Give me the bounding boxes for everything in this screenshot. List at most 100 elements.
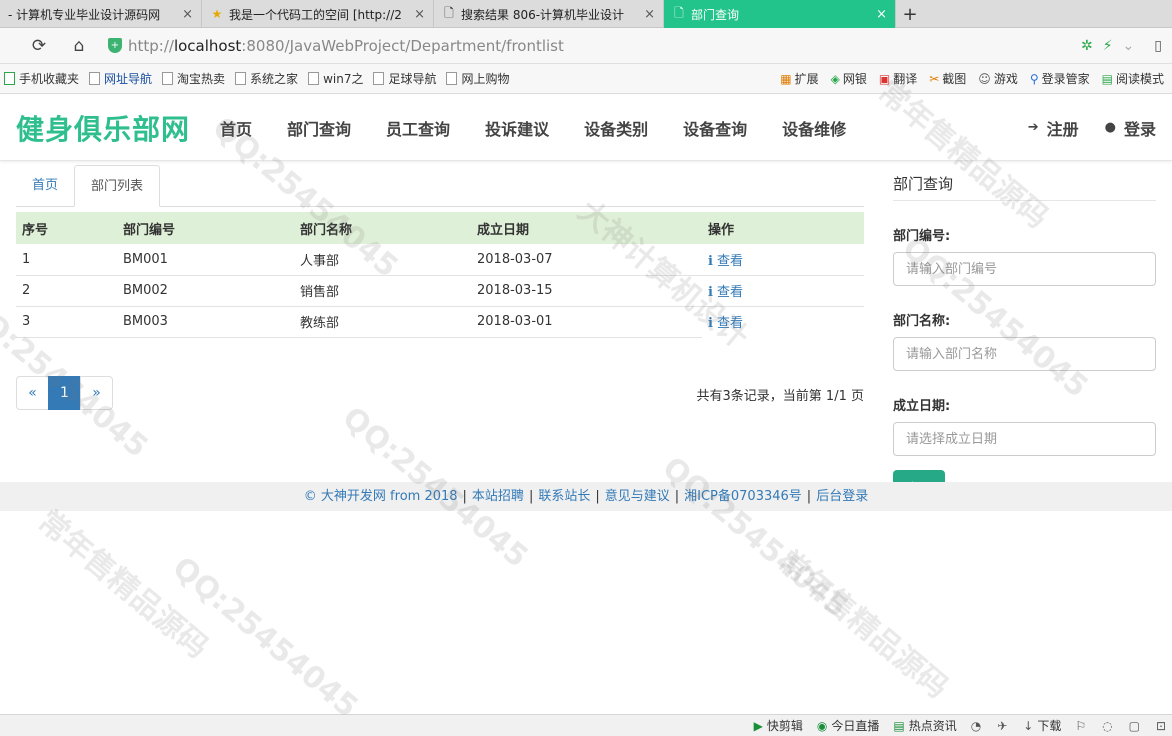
- name-label: 部门名称:: [893, 314, 951, 329]
- chevron-down-icon[interactable]: ⌄: [1123, 38, 1135, 54]
- bookmark-item[interactable]: 手机收藏夹: [4, 70, 79, 87]
- refresh-green-icon[interactable]: ✲: [1081, 38, 1093, 54]
- secure-shield-icon: +: [108, 38, 122, 53]
- footer-link-feedback[interactable]: 意见与建议: [605, 489, 670, 504]
- nav-equipment-repair[interactable]: 设备维修: [782, 116, 846, 140]
- tool-bank[interactable]: ◈ 网银: [831, 70, 867, 87]
- status-live[interactable]: ◉ 今日直播: [817, 717, 880, 734]
- page-icon: 🗋: [444, 5, 454, 20]
- department-name-input[interactable]: [893, 337, 1156, 371]
- close-icon[interactable]: ×: [644, 7, 655, 22]
- nav-department-query[interactable]: 部门查询: [287, 116, 351, 140]
- nav-home[interactable]: 首页: [220, 116, 252, 140]
- tool-extensions[interactable]: ▦ 扩展: [780, 70, 818, 87]
- page-icon: [446, 72, 458, 85]
- browser-tab-2[interactable]: ★ 我是一个代码工的空间 [http://2 ×: [202, 0, 434, 28]
- new-tab-button[interactable]: +: [896, 0, 924, 28]
- view-link[interactable]: i 查看: [708, 285, 743, 300]
- footer-separator: |: [462, 489, 467, 504]
- bookmark-item[interactable]: win7之: [308, 70, 363, 87]
- page-icon: [89, 72, 101, 85]
- window-icon[interactable]: ▢: [1129, 719, 1140, 733]
- footer-copyright[interactable]: © 大神开发网 from 2018: [304, 489, 458, 504]
- cell-action: i 查看: [702, 306, 864, 337]
- founding-date-input[interactable]: [893, 422, 1156, 456]
- tool-login-manager[interactable]: ⚲ 登录管家: [1030, 70, 1090, 87]
- page-1-button[interactable]: 1: [48, 376, 81, 410]
- nav-employee-query[interactable]: 员工查询: [386, 116, 450, 140]
- status-news[interactable]: ▤ 热点资讯: [893, 717, 956, 734]
- table-header-row: 序号 部门编号 部门名称 成立日期 操作: [16, 212, 864, 244]
- next-page-button[interactable]: »: [80, 376, 113, 410]
- nav-equipment-query[interactable]: 设备查询: [683, 116, 747, 140]
- footer-separator: |: [595, 489, 600, 504]
- column-header: 操作: [702, 212, 864, 244]
- browser-tab-title: 部门查询: [691, 7, 740, 22]
- bookmark-item[interactable]: 足球导航: [373, 70, 436, 87]
- code-label: 部门编号:: [893, 229, 951, 244]
- cell-code: BM003: [117, 306, 294, 338]
- speed-icon[interactable]: ◔: [971, 719, 981, 733]
- bookmark-item[interactable]: 系统之家: [235, 70, 298, 87]
- date-label: 成立日期:: [893, 399, 951, 414]
- tool-translate[interactable]: ▣ 翻译: [879, 70, 917, 87]
- close-icon[interactable]: ×: [182, 7, 193, 22]
- star-icon: ★: [211, 7, 223, 21]
- tool-reading-mode[interactable]: ▤ 阅读模式: [1102, 70, 1164, 87]
- column-header: 部门编号: [117, 212, 294, 244]
- reload-icon[interactable]: ⟳: [28, 35, 50, 57]
- table-row: 2 BM002 销售部 2018-03-15 i 查看: [16, 275, 864, 307]
- cell-no: 3: [16, 306, 117, 338]
- browser-tab-active[interactable]: 🗋 部门查询 ×: [664, 0, 896, 28]
- flag-icon[interactable]: ⚐: [1075, 719, 1086, 733]
- view-link[interactable]: i 查看: [708, 316, 743, 331]
- bookmark-item[interactable]: 网上购物: [446, 70, 509, 87]
- footer-link-icp[interactable]: 湘ICP备0703346号: [684, 489, 802, 504]
- nav-complaints[interactable]: 投诉建议: [485, 116, 549, 140]
- cell-code: BM002: [117, 275, 294, 307]
- column-header: 部门名称: [294, 212, 471, 244]
- bookmark-item[interactable]: 网址导航: [89, 70, 152, 87]
- phone-icon[interactable]: ▯: [1154, 38, 1162, 54]
- site-logo[interactable]: 健身俱乐部网: [16, 108, 190, 148]
- bookmark-item[interactable]: 淘宝热卖: [162, 70, 225, 87]
- tab-department-list[interactable]: 部门列表: [74, 165, 161, 207]
- footer-link-contact[interactable]: 联系站长: [538, 489, 590, 504]
- site-footer: © 大神开发网 from 2018 | 本站招聘 | 联系站长 | 意见与建议 | 湘ICP备0…: [0, 482, 1172, 511]
- lightning-icon[interactable]: ⚡: [1103, 38, 1113, 54]
- user-icon: ●: [1104, 120, 1116, 135]
- browser-tab-1[interactable]: - 计算机专业毕业设计源码网 ×: [0, 0, 202, 28]
- status-clip[interactable]: ▶ 快剪辑: [754, 717, 803, 734]
- login-link[interactable]: ● 登录: [1105, 116, 1156, 140]
- page-icon: [162, 72, 174, 85]
- register-link[interactable]: ➔ 注册: [1028, 116, 1079, 140]
- footer-link-admin[interactable]: 后台登录: [816, 489, 868, 504]
- close-icon[interactable]: ×: [414, 7, 425, 22]
- browser-tools: ▦ 扩展 ◈ 网银 ▣ 翻译 ✂ 截图 ☺ 游戏 ⚲ 登录管家 ▤ 阅读模式: [780, 70, 1164, 87]
- play-icon: ◉: [816, 718, 828, 733]
- close-icon[interactable]: ×: [876, 7, 887, 22]
- view-link[interactable]: i 查看: [708, 254, 743, 269]
- footer-link-jobs[interactable]: 本站招聘: [472, 489, 524, 504]
- info-icon: i: [708, 316, 713, 332]
- tab-home[interactable]: 首页: [16, 165, 74, 206]
- site-header: 健身俱乐部网 首页 部门查询 员工查询 投诉建议 设备类别 设备查询 设备维修 …: [0, 95, 1172, 161]
- prev-page-button[interactable]: «: [16, 376, 49, 410]
- department-code-input[interactable]: [893, 252, 1156, 286]
- zoom-icon[interactable]: ⊡: [1156, 719, 1166, 733]
- browser-icon[interactable]: ◌: [1102, 719, 1112, 733]
- browser-tab-strip: - 计算机专业毕业设计源码网 × ★ 我是一个代码工的空间 [http://2 …: [0, 0, 1172, 28]
- status-download[interactable]: ↓ 下载: [1023, 717, 1061, 734]
- pin-icon[interactable]: ✈: [997, 719, 1007, 733]
- browser-tab-3[interactable]: 🗋 搜索结果 806-计算机毕业设计 ×: [434, 0, 664, 28]
- key-icon: ⚲: [1029, 71, 1039, 86]
- tool-games[interactable]: ☺ 游戏: [978, 70, 1018, 87]
- page-icon: [235, 72, 247, 85]
- address-bar: ⟳ ⌂ + http://localhost:8080/JavaWebProje…: [0, 28, 1172, 64]
- footer-separator: |: [806, 489, 812, 504]
- home-icon[interactable]: ⌂: [68, 35, 90, 57]
- cell-name: 人事部: [294, 244, 471, 276]
- url-field[interactable]: + http://localhost:8080/JavaWebProject/D…: [108, 37, 1081, 55]
- nav-equipment-category[interactable]: 设备类别: [584, 116, 648, 140]
- tool-screenshot[interactable]: ✂ 截图: [929, 70, 966, 87]
